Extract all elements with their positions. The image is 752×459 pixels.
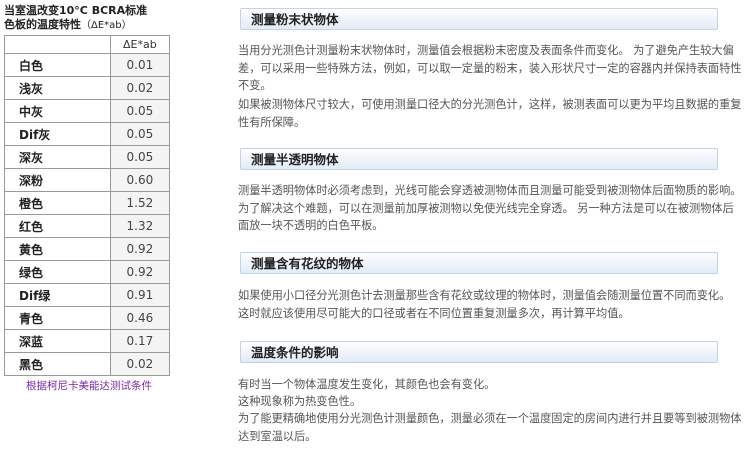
section-paragraph: 当用分光测色计测量粉末状物体时，测量值会根据粉末密度及表面条件而变化。 为了避免… xyxy=(238,44,742,92)
table-body: 白色 0.01 浅灰 0.02 中灰 0.05 Dif灰 0.05 深灰 0.05 深粉 0.60 橙色… xyxy=(4,53,171,376)
delta-value-cell: 0.01 xyxy=(109,53,171,77)
table-row: 黑色 0.02 xyxy=(4,352,171,376)
color-name-cell: 深蓝 xyxy=(4,329,111,353)
table-row: 橙色 1.52 xyxy=(4,191,171,215)
section-paragraph: 有时当一个物体温度发生变化，其颜色也会有变化。 xyxy=(238,378,496,391)
table-row: 红色 1.32 xyxy=(4,214,171,238)
section-paragraph: 为了能更精确地使用分光测色计测量颜色，测量必须在一个温度固定的房间内进行并且要等… xyxy=(238,412,742,443)
table-header-blank xyxy=(4,35,111,54)
section-heading: 温度条件的影响 xyxy=(240,341,718,363)
delta-value-cell: 0.05 xyxy=(109,145,171,169)
table-row: 浅灰 0.02 xyxy=(4,76,171,100)
section-paragraph: 测量半透明物体时必须考虑到，光线可能会穿透被测物体而且测量可能受到被测物体后面物… xyxy=(238,184,742,232)
table-row: 绿色 0.92 xyxy=(4,260,171,284)
table-caption-unit: （ΔE*ab） xyxy=(81,20,132,31)
delta-value-cell: 0.91 xyxy=(109,283,171,307)
test-condition-note: 根据柯尼卡美能达测试条件 xyxy=(26,380,152,392)
table-caption-line1: 当室温改变10°C BCRA标准 xyxy=(4,4,148,17)
table-row: Dif绿 0.91 xyxy=(4,283,171,307)
delta-value-cell: 0.46 xyxy=(109,306,171,330)
color-name-cell: 中灰 xyxy=(4,99,111,123)
table-row: 黄色 0.92 xyxy=(4,237,171,261)
delta-value-cell: 0.92 xyxy=(109,237,171,261)
color-difference-table: ΔE*ab 白色 0.01 浅灰 0.02 中灰 0.05 Dif灰 0.05 深灰 0.05 深粉… xyxy=(4,35,171,376)
delta-value-cell: 0.02 xyxy=(109,352,171,376)
color-name-cell: 深灰 xyxy=(4,145,111,169)
color-name-cell: Dif绿 xyxy=(4,283,111,307)
table-caption-line2: 色板的温度特性（ΔE*ab） xyxy=(4,18,174,33)
delta-value-cell: 0.05 xyxy=(109,99,171,123)
color-name-cell: 黑色 xyxy=(4,352,111,376)
section-heading: 测量粉末状物体 xyxy=(240,8,718,30)
color-name-cell: 橙色 xyxy=(4,191,111,215)
table-row: 青色 0.46 xyxy=(4,306,171,330)
table-row: 深蓝 0.17 xyxy=(4,329,171,353)
color-name-cell: 绿色 xyxy=(4,260,111,284)
table-row: Dif灰 0.05 xyxy=(4,122,171,146)
delta-value-cell: 0.02 xyxy=(109,76,171,100)
delta-value-cell: 0.92 xyxy=(109,260,171,284)
delta-value-cell: 1.52 xyxy=(109,191,171,215)
section-paragraph: 这种现象称为热变色性。 xyxy=(238,395,362,408)
color-name-cell: 黄色 xyxy=(4,237,111,261)
table-header-delta: ΔE*ab xyxy=(109,35,171,54)
table-row: 中灰 0.05 xyxy=(4,99,171,123)
table-row: 白色 0.01 xyxy=(4,53,171,77)
temperature-characteristics-panel: 当室温改变10°C BCRA标准 色板的温度特性（ΔE*ab） ΔE*ab 白色… xyxy=(4,4,174,393)
table-row: 深粉 0.60 xyxy=(4,168,171,192)
section-heading: 测量含有花纹的物体 xyxy=(240,252,718,274)
section-heading: 测量半透明物体 xyxy=(240,148,718,170)
section-paragraph: 如果被测物体尺寸较大，可使用测量口径大的分光测色计，这样，被测表面可以更为平均且… xyxy=(238,98,742,129)
delta-value-cell: 0.17 xyxy=(109,329,171,353)
color-name-cell: 红色 xyxy=(4,214,111,238)
table-header-row: ΔE*ab xyxy=(4,35,171,54)
delta-value-cell: 0.60 xyxy=(109,168,171,192)
table-row: 深灰 0.05 xyxy=(4,145,171,169)
color-name-cell: Dif灰 xyxy=(4,122,111,146)
color-name-cell: 青色 xyxy=(4,306,111,330)
delta-value-cell: 0.05 xyxy=(109,122,171,146)
color-name-cell: 深粉 xyxy=(4,168,111,192)
color-name-cell: 白色 xyxy=(4,53,111,77)
delta-value-cell: 1.32 xyxy=(109,214,171,238)
color-name-cell: 浅灰 xyxy=(4,76,111,100)
section-paragraph: 如果使用小口径分光测色计去测量那些含有花纹或纹理的物体时，测量值会随测量位置不同… xyxy=(238,289,731,320)
table-caption-main: 色板的温度特性 xyxy=(4,18,81,31)
